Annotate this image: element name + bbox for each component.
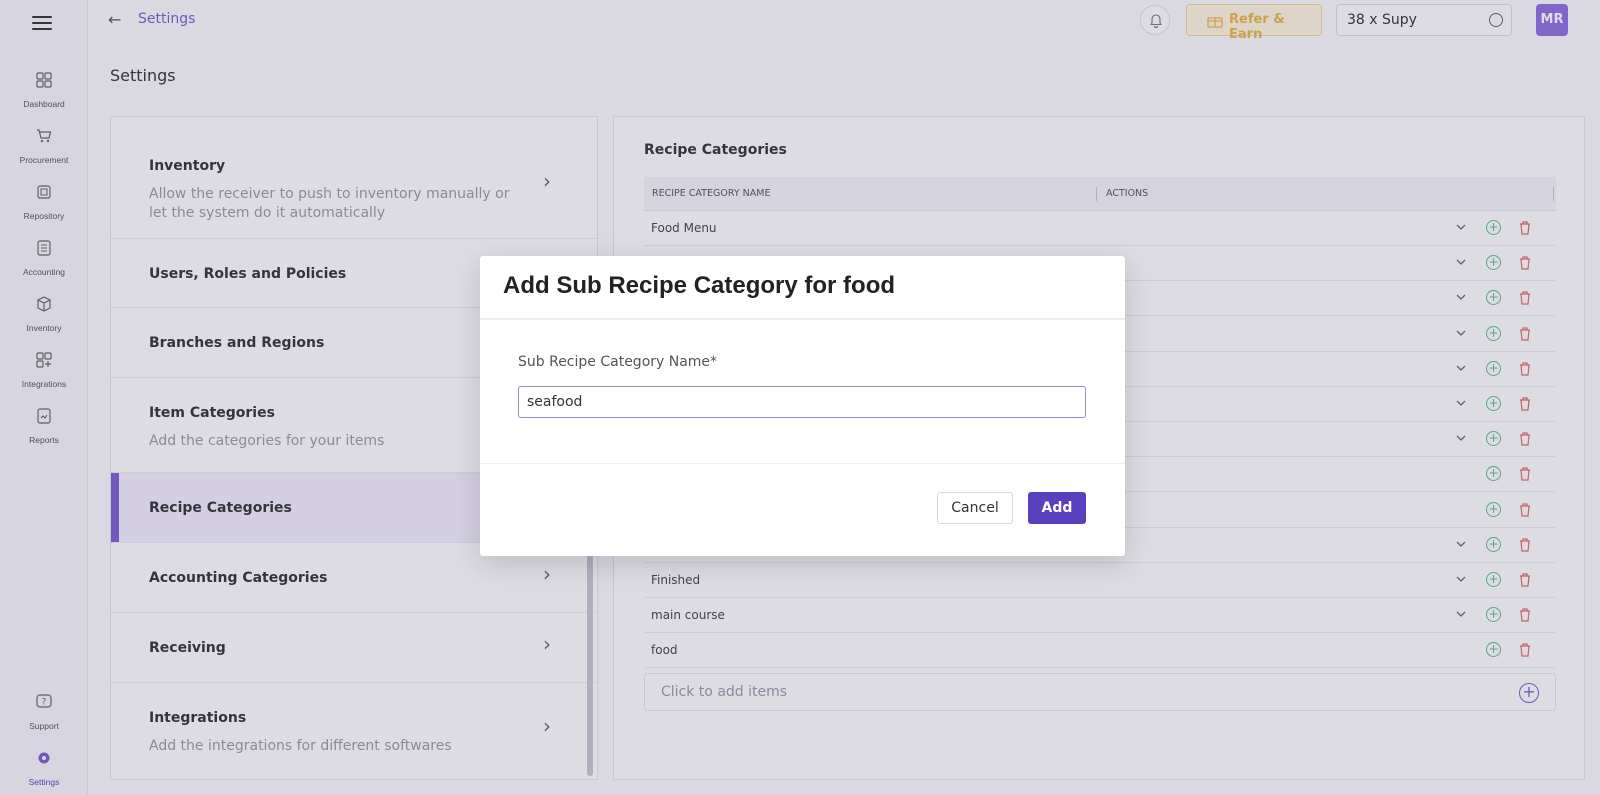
- dialog-footer: Cancel Add: [480, 464, 1125, 556]
- field-label: Sub Recipe Category Name*: [518, 354, 718, 370]
- add-button[interactable]: Add: [1028, 492, 1086, 524]
- dialog-title: Add Sub Recipe Category for food: [503, 272, 896, 299]
- sub-category-name-input[interactable]: [518, 386, 1086, 418]
- cancel-button[interactable]: Cancel: [937, 492, 1013, 524]
- add-sub-category-dialog: Add Sub Recipe Category for food Sub Rec…: [480, 256, 1125, 556]
- dialog-body: Sub Recipe Category Name*: [480, 320, 1125, 464]
- dialog-header: Add Sub Recipe Category for food: [480, 256, 1125, 320]
